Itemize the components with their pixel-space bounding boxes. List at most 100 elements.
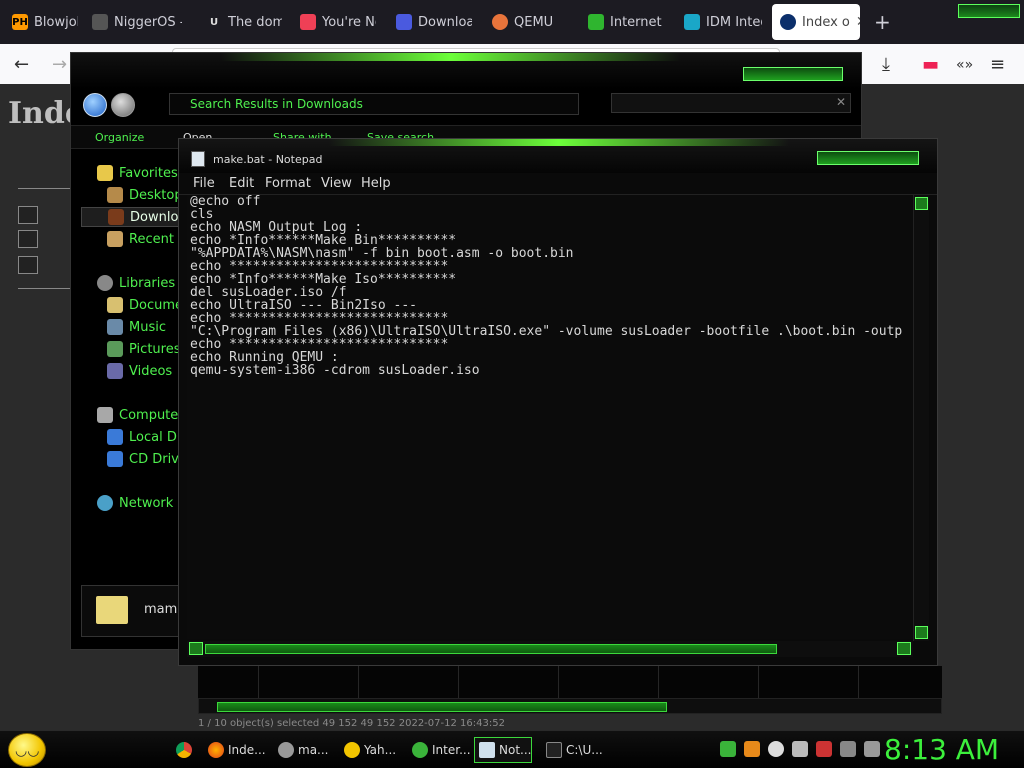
search-tray-icon[interactable] [744,741,760,757]
explorer-status: 1 / 10 object(s) selected 49 152 49 152 … [198,718,505,729]
u-icon: U [209,16,219,28]
tab-8[interactable]: IDM Integ [676,4,762,40]
menu-file[interactable]: File [193,176,215,191]
ph-icon: PH [12,14,28,30]
videos-icon [107,363,123,379]
search-input[interactable]: ✕ [611,93,851,113]
tab-4[interactable]: You're No [292,4,376,40]
volume-icon[interactable] [864,741,880,757]
grid-line [258,666,259,698]
file-item-mama[interactable]: mama [81,585,185,637]
nav-label: Network [119,495,174,511]
scroll-down-icon[interactable] [915,626,928,639]
horizontal-scrollbar[interactable] [187,641,913,657]
tab-9[interactable]: Index o ✕ [772,4,860,40]
tab-label: QEMU [514,14,554,30]
taskbar-label: Yah... [364,743,397,757]
taskbar-firefox[interactable]: Inde... [204,737,268,763]
clear-icon[interactable]: ✕ [836,95,846,109]
text-editor[interactable]: @echo off cls echo NASM Output Log : ech… [187,195,913,639]
taskbar-notepad[interactable]: Not... [474,737,532,763]
tab-2[interactable]: NiggerOS - C [84,4,182,40]
tab-6[interactable]: QEMU [484,4,574,40]
menu-format[interactable]: Format [265,176,311,191]
menu-bar: File Edit Format View Help [179,173,937,195]
flag-icon [588,14,604,30]
close-icon[interactable]: ✕ [856,14,860,30]
tab-3[interactable]: U The dom [198,4,282,40]
start-button[interactable]: ◡◡ [8,733,46,767]
back-button[interactable] [83,93,107,117]
taskbar-7zip[interactable]: C:\U... [542,737,604,763]
taskbar-internet[interactable]: Inter... [408,737,472,763]
scroll-right-icon[interactable] [897,642,911,655]
local-disk-icon [107,429,123,445]
menu-edit[interactable]: Edit [229,176,254,191]
clock[interactable]: 8:13 AM [884,733,999,766]
nav-label: Libraries [119,275,176,291]
explorer-titlebar[interactable] [71,53,861,89]
folder-icon [96,596,128,624]
status-tray-icon[interactable] [768,741,784,757]
menu-icon[interactable]: ≡ [990,54,1005,75]
folder-icon [278,742,294,758]
divider [18,188,78,189]
scroll-up-icon[interactable] [915,197,928,210]
tab-label: Internet D [610,14,664,30]
explorer-horizontal-scrollbar[interactable] [198,698,942,714]
download-arrow-icon[interactable]: ⤓ [882,54,890,75]
notepad-icon [479,742,495,758]
browser-tabstrip: PH Blowjob NiggerOS - C U The dom You're… [0,0,1024,44]
menu-view[interactable]: View [321,176,352,191]
explorer-window-controls[interactable] [743,67,843,81]
notepad-window-controls[interactable] [817,151,919,165]
tab-label: You're No [322,14,376,30]
qemu-icon [492,14,508,30]
scroll-thumb[interactable] [205,644,777,654]
vertical-scrollbar[interactable] [913,195,929,641]
nav-label: Videos [129,363,173,379]
desktop-icon [107,187,123,203]
index-icon [780,14,796,30]
taskbar-yahoo[interactable]: Yah... [340,737,398,763]
forward-button[interactable] [111,93,135,117]
menu-help[interactable]: Help [361,176,391,191]
nav-label: Desktop [129,187,183,203]
taskbar-explorer[interactable]: ma... [274,737,330,763]
forward-icon[interactable]: → [52,54,67,75]
taskbar-chrome[interactable] [172,737,198,763]
grid-line [858,666,859,698]
pocket-icon [300,14,316,30]
overflow-icon[interactable]: «» [956,57,973,73]
cd-drive-icon [107,451,123,467]
grid-line [658,666,659,698]
download-icon [396,14,412,30]
grid-line [458,666,459,698]
firefox-icon [208,742,224,758]
tab-7[interactable]: Internet D [580,4,664,40]
tab-1[interactable]: PH Blowjob [4,4,78,40]
editor-content[interactable]: @echo off cls echo NASM Output Log : ech… [190,195,902,377]
new-tab-button[interactable]: + [874,10,891,34]
network-tray-icon[interactable] [720,741,736,757]
display-tray-icon[interactable] [840,741,856,757]
scroll-left-icon[interactable] [189,642,203,655]
extension-icon[interactable]: ▬ [922,54,939,75]
nav-label: Favorites [119,165,178,181]
back-icon[interactable]: ← [14,54,29,75]
nav-downloads[interactable]: Downloads [81,207,189,227]
tab-label: The dom [228,14,282,30]
address-bar[interactable]: Search Results in Downloads [169,93,579,115]
flag-tray-icon[interactable] [816,741,832,757]
scroll-thumb[interactable] [217,702,667,712]
divider [18,288,78,289]
tab-5[interactable]: Download [388,4,472,40]
file-icon [18,256,38,274]
window-controls[interactable] [958,4,1020,18]
notepad-titlebar[interactable]: make.bat - Notepad [179,139,937,173]
monitor-tray-icon[interactable] [792,741,808,757]
notepad-window: make.bat - Notepad File Edit Format View… [178,138,938,666]
taskbar-label: ma... [298,743,329,757]
organize-button[interactable]: Organize [95,131,144,144]
grid-line [758,666,759,698]
